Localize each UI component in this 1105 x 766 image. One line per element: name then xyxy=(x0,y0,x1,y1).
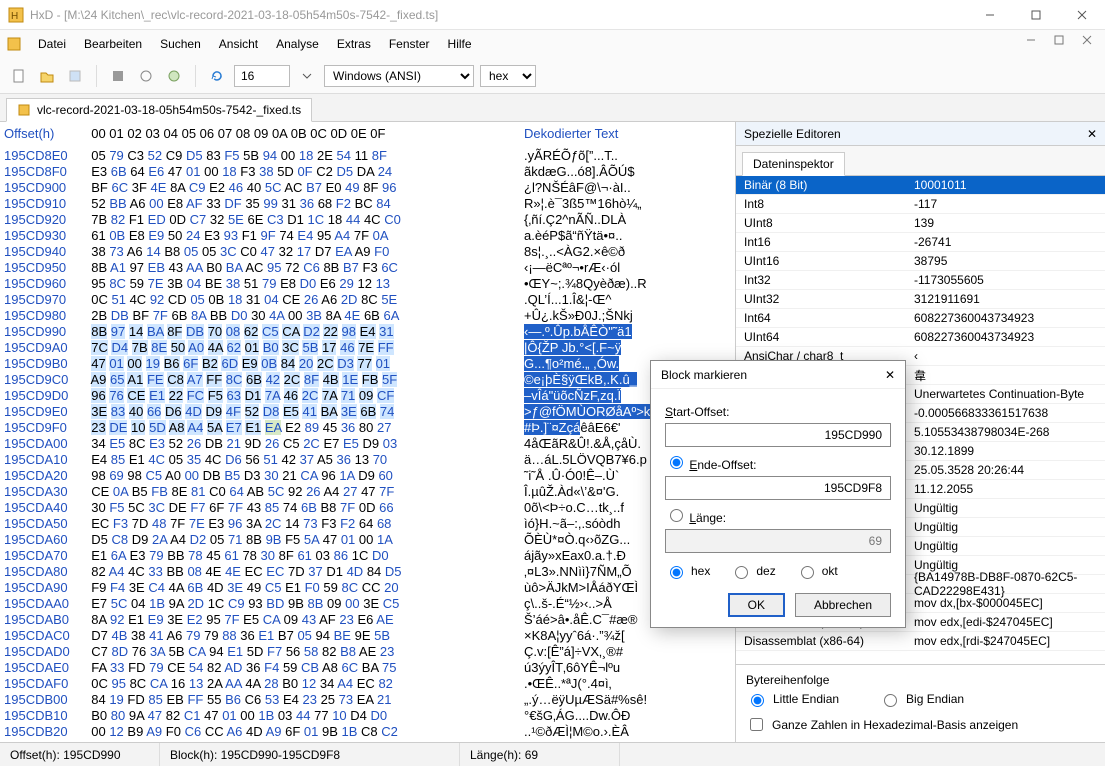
status-offset: Offset(h): 195CD990 xyxy=(0,743,160,766)
status-block: Block(h): 195CD990-195CD9F8 xyxy=(160,743,460,766)
base-dez-radio[interactable]: dez xyxy=(730,563,775,579)
status-length: Länge(h): 69 xyxy=(460,743,620,766)
new-file-icon[interactable] xyxy=(8,65,30,87)
file-tab-icon xyxy=(17,103,31,117)
inspector-row[interactable]: UInt323121911691 xyxy=(736,290,1105,309)
minimize-button[interactable] xyxy=(967,0,1013,30)
file-tab-label: vlc-record-2021-03-18-05h54m50s-7542-_fi… xyxy=(37,103,301,117)
menu-ansicht[interactable]: Ansicht xyxy=(211,33,266,55)
toolbar: Windows (ANSI) hex xyxy=(0,58,1105,94)
menu-fenster[interactable]: Fenster xyxy=(381,33,438,55)
inspector-row[interactable]: UInt8139 xyxy=(736,214,1105,233)
inspector-row[interactable]: Disassemblat (x86-64)mov edx,[rdi-$24704… xyxy=(736,632,1105,651)
hex-int-checkbox[interactable]: Ganze Zahlen in Hexadezimal-Basis anzeig… xyxy=(746,715,1095,734)
block-select-dialog: Block markieren ✕ Start-Offset: Ende-Off… xyxy=(650,360,906,628)
tab-strip: vlc-record-2021-03-18-05h54m50s-7542-_fi… xyxy=(0,94,1105,122)
mdi-restore-icon[interactable] xyxy=(1053,34,1073,54)
file-tab[interactable]: vlc-record-2021-03-18-05h54m50s-7542-_fi… xyxy=(6,98,312,122)
inspector-tab[interactable]: Dateninspektor xyxy=(742,152,845,176)
end-offset-input[interactable] xyxy=(665,476,891,500)
cancel-button[interactable]: Abbrechen xyxy=(795,593,891,617)
inspector-row[interactable]: UInt1638795 xyxy=(736,252,1105,271)
mdi-close-icon[interactable] xyxy=(1081,34,1101,54)
status-bar: Offset(h): 195CD990 Block(h): 195CD990-1… xyxy=(0,742,1105,766)
menu-bar: Datei Bearbeiten Suchen Ansicht Analyse … xyxy=(0,30,1105,58)
window-title: HxD - [M:\24 Kitchen\_rec\vlc-record-202… xyxy=(30,8,967,22)
app-icon: H xyxy=(8,7,24,23)
inspector-row[interactable]: UInt64608227360043734923 xyxy=(736,328,1105,347)
menu-bearbeiten[interactable]: Bearbeiten xyxy=(76,33,150,55)
inspector-row[interactable]: Binär (8 Bit)10001011 xyxy=(736,176,1105,195)
app-menu-icon[interactable] xyxy=(4,34,24,54)
inspector-title: Spezielle Editoren xyxy=(744,127,841,141)
mdi-minimize-icon[interactable] xyxy=(1025,34,1045,54)
bytes-per-row-input[interactable] xyxy=(234,65,290,87)
base-select[interactable]: hex xyxy=(480,65,536,87)
bpr-dropdown-icon[interactable] xyxy=(296,65,318,87)
inspector-row[interactable]: Int16-26741 xyxy=(736,233,1105,252)
big-endian-radio[interactable]: Big Endian xyxy=(879,691,964,707)
maximize-button[interactable] xyxy=(1013,0,1059,30)
length-radio[interactable]: Länge: xyxy=(665,511,726,525)
open-file-icon[interactable] xyxy=(36,65,58,87)
menu-analyse[interactable]: Analyse xyxy=(268,33,327,55)
tool-icon-1[interactable] xyxy=(107,65,129,87)
byte-order-panel: Bytereihenfolge Little Endian Big Endian… xyxy=(736,664,1105,742)
hex-editor[interactable]: Offset(h) 00 01 02 03 04 05 06 07 08 09 … xyxy=(0,122,735,742)
charset-select[interactable]: Windows (ANSI) xyxy=(324,65,474,87)
title-bar: H HxD - [M:\24 Kitchen\_rec\vlc-record-2… xyxy=(0,0,1105,30)
inspector-row[interactable]: Int8-117 xyxy=(736,195,1105,214)
end-offset-radio[interactable]: Ende-Offset: xyxy=(665,458,757,472)
tool-icon-2[interactable] xyxy=(135,65,157,87)
menu-datei[interactable]: Datei xyxy=(30,33,74,55)
base-hex-radio[interactable]: hex xyxy=(665,563,710,579)
ok-button[interactable]: OK xyxy=(728,593,785,617)
byteorder-label: Bytereihenfolge xyxy=(746,673,1095,687)
little-endian-radio[interactable]: Little Endian xyxy=(746,691,839,707)
close-button[interactable] xyxy=(1059,0,1105,30)
dialog-close-icon[interactable]: ✕ xyxy=(885,368,895,382)
svg-text:H: H xyxy=(11,11,18,22)
tool-icon-3[interactable] xyxy=(163,65,185,87)
menu-suchen[interactable]: Suchen xyxy=(152,33,209,55)
inspector-row[interactable]: Int32-1173055605 xyxy=(736,271,1105,290)
start-offset-label: Start-Offset: xyxy=(665,405,891,419)
save-icon[interactable] xyxy=(64,65,86,87)
menu-extras[interactable]: Extras xyxy=(329,33,379,55)
dialog-title: Block markieren xyxy=(661,368,747,382)
inspector-row[interactable]: Int64608227360043734923 xyxy=(736,309,1105,328)
length-input xyxy=(665,529,891,553)
base-okt-radio[interactable]: okt xyxy=(796,563,838,579)
refresh-icon[interactable] xyxy=(206,65,228,87)
inspector-close-icon[interactable]: ✕ xyxy=(1087,127,1097,141)
menu-hilfe[interactable]: Hilfe xyxy=(440,33,480,55)
start-offset-input[interactable] xyxy=(665,423,891,447)
